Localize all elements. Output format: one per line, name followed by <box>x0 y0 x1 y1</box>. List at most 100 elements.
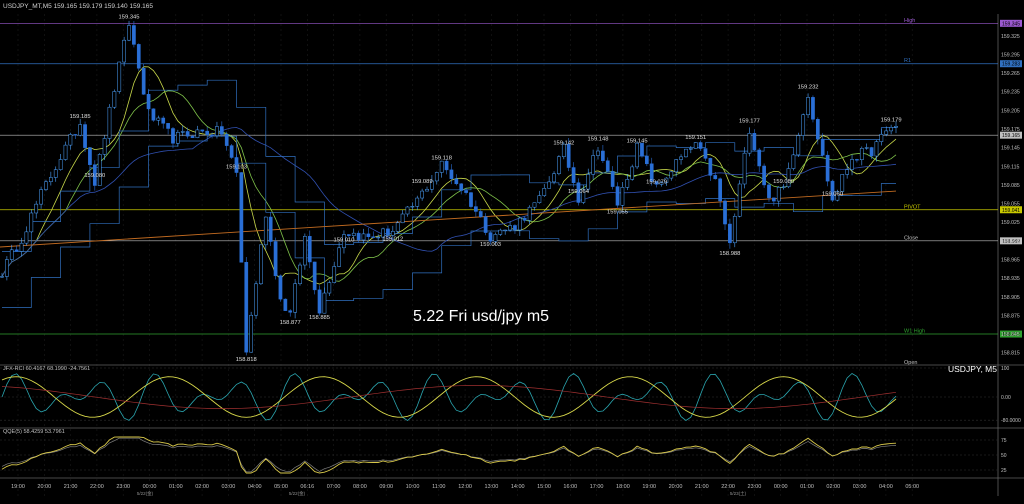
candle-body <box>527 206 532 221</box>
candle-body <box>205 130 210 136</box>
price-tick-label: 158.965 <box>1001 257 1020 263</box>
price-annotation: 159.345 <box>119 14 140 20</box>
candle-body <box>645 155 649 165</box>
time-tick-label: 13:00 <box>485 484 499 490</box>
candle-body <box>68 134 73 146</box>
time-tick-label: 02:00 <box>826 484 840 490</box>
candle-body <box>464 190 468 193</box>
candle-body <box>811 97 815 120</box>
candle-body <box>254 283 258 316</box>
price-annotation: 159.145 <box>627 139 648 145</box>
price-tick-label: 158.815 <box>1001 351 1020 357</box>
price-tick-label: 159.205 <box>1001 108 1020 114</box>
candle-body <box>132 25 136 45</box>
candle-body <box>39 189 43 205</box>
price-tick-label: 158.935 <box>1001 276 1020 282</box>
time-tick-label: 21:00 <box>695 484 709 490</box>
level-price-tag-text: 159.041 <box>1002 208 1020 214</box>
price-annotation: 159.151 <box>685 135 706 141</box>
osc-tick-label: 0.00 <box>1001 395 1011 401</box>
level-price-tag-text: 159.345 <box>1002 21 1020 27</box>
candle-body <box>322 292 327 314</box>
candle-body <box>444 160 449 171</box>
time-tick-label: 17:00 <box>590 484 604 490</box>
candle-body <box>703 148 708 159</box>
time-tick-label: 04:00 <box>879 484 893 490</box>
candle-body <box>73 134 78 136</box>
price-tick-label: 159.265 <box>1001 71 1020 77</box>
candle-body <box>674 159 679 173</box>
candle-body <box>58 159 63 170</box>
price-tick-label: 159.295 <box>1001 52 1020 58</box>
candle-body <box>713 175 718 180</box>
time-tick-label: 19:00 <box>11 484 25 490</box>
candle-body <box>698 142 703 149</box>
price-annotation: 159.012 <box>382 236 403 242</box>
candle-body <box>337 247 341 267</box>
candle-body <box>83 124 87 148</box>
candle-body <box>5 259 9 277</box>
candle-body <box>439 160 444 173</box>
candle-body <box>312 261 317 291</box>
time-tick-label: 09:00 <box>379 484 393 490</box>
price-tick-label: 159.055 <box>1001 202 1020 208</box>
price-annotation: 159.055 <box>607 210 628 216</box>
price-tick-label: 158.905 <box>1001 295 1020 301</box>
level-price-tag-text: 159.283 <box>1002 62 1020 68</box>
candle-body <box>347 234 351 236</box>
candle-body <box>620 187 625 206</box>
candle-body <box>596 150 600 156</box>
candle-body <box>532 202 537 208</box>
candle-body <box>557 156 561 174</box>
time-tick-label: 15:00 <box>537 484 551 490</box>
candle-body <box>498 229 503 235</box>
candle-body <box>542 188 547 196</box>
candle-body <box>293 283 297 313</box>
candle-body <box>386 228 390 236</box>
price-annotation: 159.089 <box>412 179 433 185</box>
time-tick-label: 22:00 <box>90 484 104 490</box>
candle-body <box>425 188 429 192</box>
candle-body <box>742 152 747 185</box>
time-tick-label: 12:00 <box>458 484 472 490</box>
candle-body <box>488 232 493 242</box>
candle-body <box>224 133 229 146</box>
price-annotation: 159.142 <box>553 140 574 146</box>
candle-body <box>332 266 337 283</box>
time-tick-label: 23:00 <box>748 484 762 490</box>
candle-body <box>630 166 635 180</box>
candle-body <box>88 147 92 165</box>
candle-body <box>737 183 742 217</box>
candle-body <box>547 181 551 189</box>
candle-body <box>791 154 796 169</box>
price-annotation: 158.877 <box>280 320 301 326</box>
candle-body <box>298 264 302 284</box>
candle-body <box>112 91 117 108</box>
candle-body <box>537 195 542 203</box>
candle-body <box>351 232 356 236</box>
price-tick-label: 159.235 <box>1001 90 1020 96</box>
price-tick-label: 159.085 <box>1001 183 1020 189</box>
candle-body <box>146 94 151 110</box>
candle-body <box>219 126 224 135</box>
candle-body <box>34 203 39 214</box>
candle-body <box>273 241 278 277</box>
candle-body <box>107 106 112 139</box>
candle-body <box>434 172 439 182</box>
candle-body <box>708 158 713 176</box>
candle-body <box>459 183 464 191</box>
time-tick-label: 06:16 <box>300 484 314 490</box>
candle-body <box>117 61 122 92</box>
candle-body <box>679 156 683 160</box>
candle-body <box>688 148 693 150</box>
candle-body <box>879 134 884 142</box>
price-annotation: 158.885 <box>309 315 330 321</box>
candle-body <box>693 142 698 149</box>
trading-chart: High 159.345 R1 159.283 PIVOT 159.041 Close 158… <box>0 0 1024 504</box>
candle-body <box>591 155 595 175</box>
candle-body <box>718 178 722 202</box>
time-tick-label: 03:00 <box>853 484 867 490</box>
candle-body <box>478 211 483 217</box>
price-tick-label: 159.325 <box>1001 34 1020 40</box>
candle-body <box>884 130 889 135</box>
